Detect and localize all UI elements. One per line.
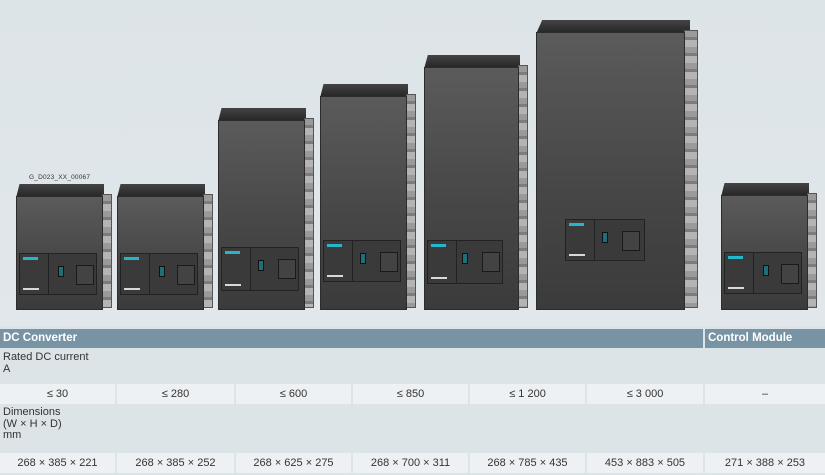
dimension-cell-control-module: 271 × 388 × 253 bbox=[705, 453, 825, 473]
current-cell-4: ≤ 850 bbox=[353, 384, 468, 404]
current-cell-2: ≤ 280 bbox=[117, 384, 234, 404]
control-module-current-spacer bbox=[707, 352, 825, 382]
product-photo: G_D023_XX_00067 bbox=[0, 0, 825, 326]
dc-converter-5-image bbox=[424, 55, 528, 310]
dimension-cell-6: 453 × 883 × 505 bbox=[587, 453, 703, 473]
header-control-module: Control Module bbox=[705, 329, 825, 348]
header-dc-converter: DC Converter bbox=[0, 329, 703, 348]
dc-converter-6-image bbox=[536, 20, 698, 310]
dc-converter-1-image bbox=[16, 184, 112, 310]
dimension-cell-2: 268 × 385 × 252 bbox=[117, 453, 234, 473]
dimension-cell-5: 268 × 785 × 435 bbox=[470, 453, 585, 473]
dc-converter-2-image bbox=[117, 184, 213, 310]
dimension-cell-3: 268 × 625 × 275 bbox=[236, 453, 351, 473]
figure-id: G_D023_XX_00067 bbox=[29, 174, 91, 181]
dimensions-unit: mm bbox=[3, 429, 22, 441]
current-cell-5: ≤ 1 200 bbox=[470, 384, 585, 404]
dimensions-label: Dimensions (W × H × D) mm bbox=[0, 406, 703, 447]
dc-converter-3-image bbox=[218, 108, 314, 310]
control-module-dimensions-spacer bbox=[707, 407, 825, 451]
current-cell-1: ≤ 30 bbox=[0, 384, 115, 404]
current-cell-6: ≤ 3 000 bbox=[587, 384, 703, 404]
dimensions-label-line2: (W × H × D) bbox=[3, 417, 62, 430]
rated-current-label-line1: Rated DC current bbox=[3, 351, 89, 363]
dimensions-label-line1: Dimensions bbox=[3, 406, 61, 418]
rated-current-label: Rated DC current A bbox=[0, 351, 703, 380]
dimension-cell-1: 268 × 385 × 221 bbox=[0, 453, 115, 473]
dimension-cell-4: 268 × 700 × 311 bbox=[353, 453, 468, 473]
spec-table: DC Converter Control Module Rated DC cur… bbox=[0, 326, 825, 475]
current-cell-3: ≤ 600 bbox=[236, 384, 351, 404]
control-module-image bbox=[721, 183, 817, 310]
rated-current-unit: A bbox=[3, 362, 11, 375]
dc-converter-4-image bbox=[320, 84, 416, 310]
current-cell-control-module: – bbox=[705, 384, 825, 404]
